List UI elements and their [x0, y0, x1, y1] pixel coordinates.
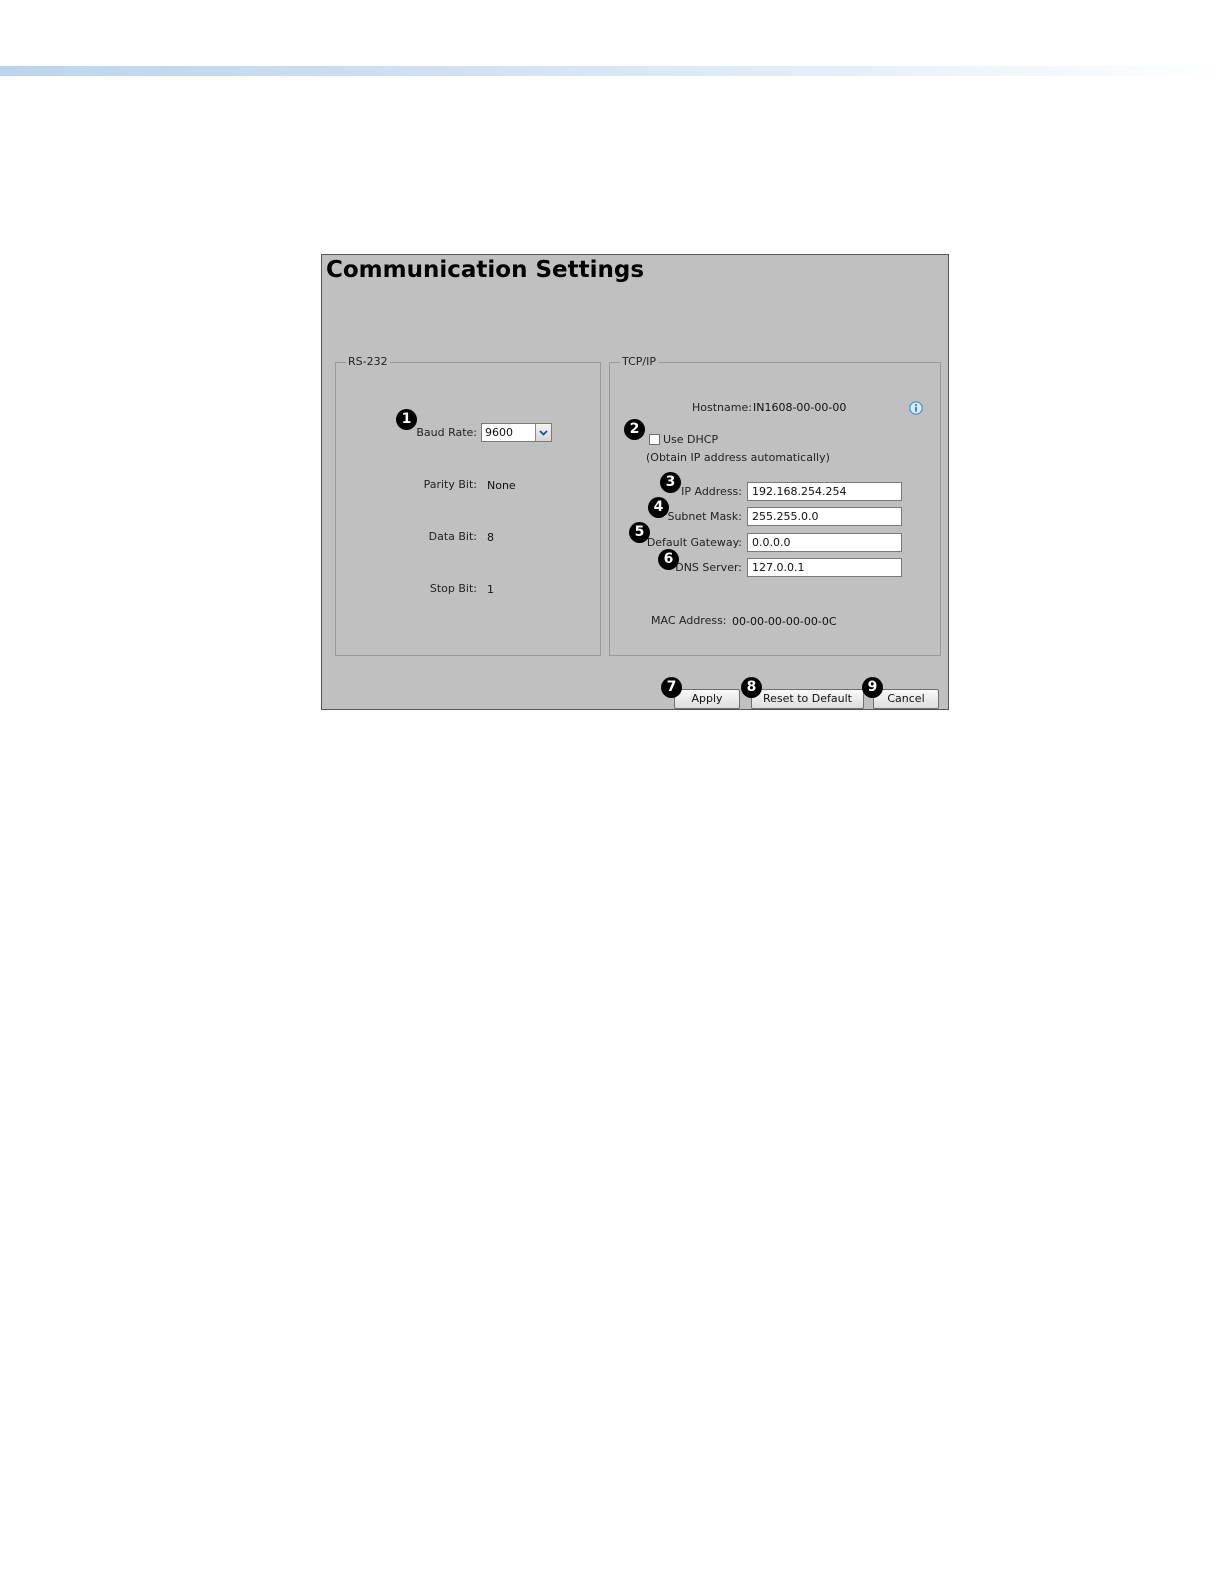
default-gateway-input[interactable]: 0.0.0.0	[747, 533, 902, 552]
rs232-legend: RS-232	[346, 355, 390, 369]
callout-marker: 4	[648, 497, 669, 518]
use-dhcp-checkbox[interactable]	[649, 434, 660, 445]
apply-button[interactable]: Apply	[674, 689, 740, 709]
use-dhcp-label: Use DHCP	[663, 433, 719, 446]
rs232-group: RS-232	[335, 355, 601, 656]
communication-settings-window: Communication Settings RS-232 Baud Rate:…	[321, 254, 949, 710]
page-title: Communication Settings	[326, 257, 645, 283]
tcpip-legend: TCP/IP	[620, 355, 658, 369]
dns-server-label: DNS Server:	[675, 561, 742, 574]
page-header-bar	[0, 66, 1224, 76]
data-bit-label: Data Bit:	[428, 530, 477, 543]
subnet-mask-input[interactable]: 255.255.0.0	[747, 507, 902, 526]
parity-bit-label: Parity Bit:	[423, 478, 477, 491]
mac-address-value: 00-00-00-00-00-0C	[732, 615, 837, 628]
baud-rate-select[interactable]: 9600	[481, 423, 552, 442]
hostname-label: Hostname:	[692, 401, 752, 414]
baud-rate-label: Baud Rate:	[416, 426, 477, 439]
baud-rate-value: 9600	[485, 426, 513, 439]
dhcp-note: (Obtain IP address automatically)	[646, 451, 830, 464]
callout-marker: 7	[661, 677, 682, 698]
callout-marker: 6	[658, 549, 679, 570]
dns-server-input[interactable]: 127.0.0.1	[747, 558, 902, 577]
data-bit-value: 8	[487, 531, 494, 544]
cancel-button[interactable]: Cancel	[873, 689, 939, 709]
info-icon[interactable]	[909, 400, 923, 415]
callout-marker: 3	[660, 472, 681, 493]
callout-marker: 1	[396, 409, 417, 430]
mac-address-label: MAC Address:	[651, 614, 727, 627]
stop-bit-label: Stop Bit:	[429, 582, 477, 595]
callout-marker: 5	[629, 522, 650, 543]
parity-bit-value: None	[487, 479, 516, 492]
callout-marker: 9	[862, 677, 883, 698]
chevron-down-icon[interactable]	[535, 424, 551, 441]
callout-marker: 2	[624, 419, 645, 440]
hostname-value: IN1608-00-00-00	[753, 401, 847, 414]
callout-marker: 8	[741, 677, 762, 698]
ip-address-label: IP Address:	[681, 485, 742, 498]
ip-address-input[interactable]: 192.168.254.254	[747, 482, 902, 501]
reset-to-default-button[interactable]: Reset to Default	[751, 689, 864, 709]
stop-bit-value: 1	[487, 583, 494, 596]
